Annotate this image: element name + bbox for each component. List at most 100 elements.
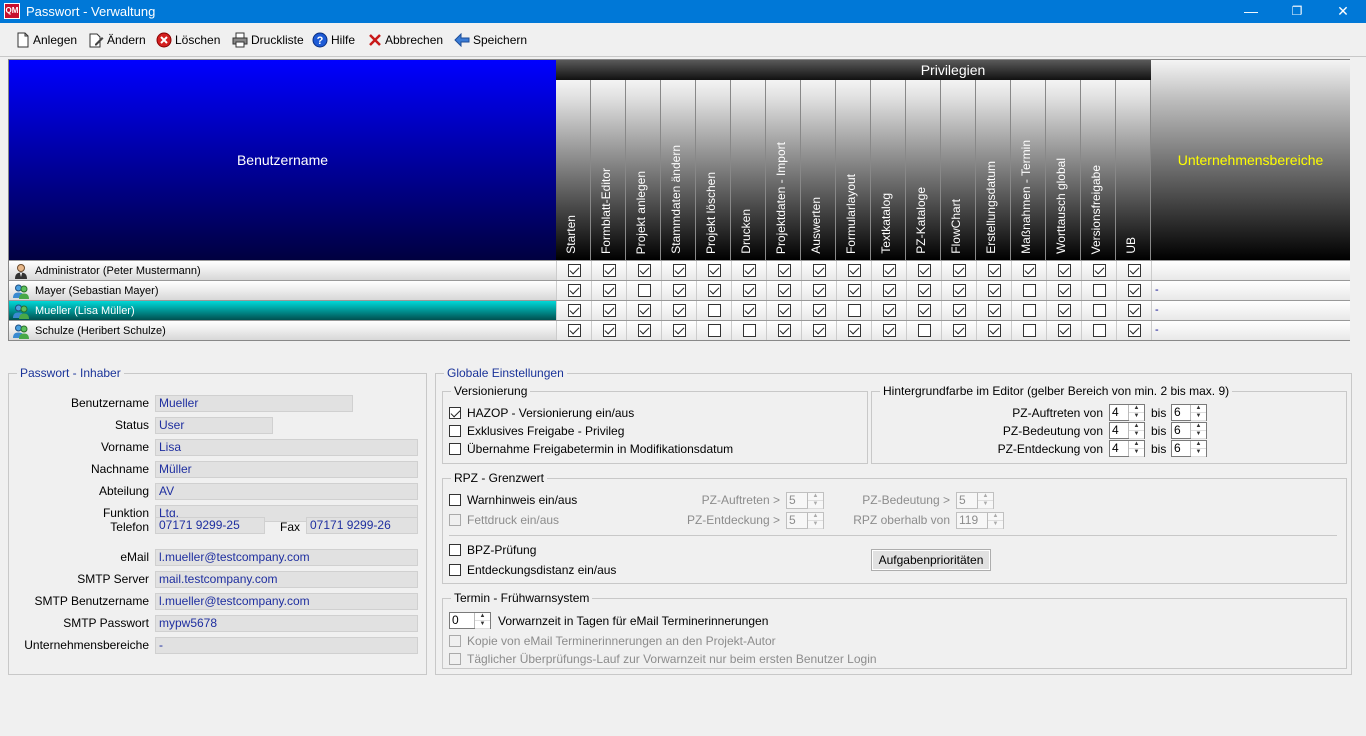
privilege-checkbox[interactable] xyxy=(1022,284,1036,297)
privilege-cell[interactable] xyxy=(906,301,941,320)
privilege-cell[interactable] xyxy=(591,281,626,300)
column-header-4[interactable]: Projekt löschen xyxy=(696,80,731,260)
privilege-checkbox[interactable] xyxy=(987,284,1001,297)
aendern-button[interactable]: Ändern xyxy=(88,31,146,49)
privilege-checkbox[interactable] xyxy=(812,304,826,317)
privilege-checkbox[interactable] xyxy=(637,284,651,297)
smtp-server-field[interactable]: mail.testcompany.com xyxy=(155,571,418,588)
table-row[interactable]: Administrator (Peter Mustermann) xyxy=(9,260,1350,280)
privilege-checkbox[interactable] xyxy=(637,264,651,277)
privilege-checkbox[interactable] xyxy=(602,304,616,317)
privilege-cell[interactable] xyxy=(976,301,1011,320)
privilege-checkbox[interactable] xyxy=(1127,264,1141,277)
ub-field[interactable]: - xyxy=(155,637,418,654)
privilege-cell[interactable] xyxy=(871,301,906,320)
privilege-checkbox[interactable] xyxy=(847,264,861,277)
privilege-checkbox[interactable] xyxy=(952,284,966,297)
privilege-checkbox[interactable] xyxy=(987,304,1001,317)
spin-up-icon[interactable]: ▲ xyxy=(988,513,1003,521)
abbrechen-button[interactable]: Abbrechen xyxy=(368,31,443,49)
privilege-cell[interactable] xyxy=(556,281,591,300)
privilege-checkbox[interactable] xyxy=(882,324,896,337)
exklusiv-checkbox[interactable]: Exklusives Freigabe - Privileg xyxy=(449,424,624,438)
privilege-cell[interactable] xyxy=(766,281,801,300)
maximize-button[interactable]: ❐ xyxy=(1274,0,1320,23)
column-header-10[interactable]: PZ-Kataloge xyxy=(906,80,941,260)
minimize-button[interactable]: — xyxy=(1228,0,1274,23)
privilege-checkbox[interactable] xyxy=(917,304,931,317)
privilege-checkbox[interactable] xyxy=(917,284,931,297)
privilege-cell[interactable] xyxy=(661,301,696,320)
spin-down-icon[interactable]: ▼ xyxy=(1191,449,1206,457)
privilege-cell[interactable] xyxy=(1081,281,1116,300)
hg-from-spinner[interactable]: 4 ▲ ▼ xyxy=(1109,440,1145,457)
privilege-cell[interactable] xyxy=(766,321,801,340)
privilege-cell[interactable] xyxy=(731,261,766,280)
column-header-3[interactable]: Stammdaten ändern xyxy=(661,80,696,260)
privilege-checkbox[interactable] xyxy=(672,324,686,337)
privilege-cell[interactable] xyxy=(836,281,871,300)
privilege-cell[interactable] xyxy=(1011,321,1046,340)
privilege-checkbox[interactable] xyxy=(812,324,826,337)
privilege-checkbox[interactable] xyxy=(567,324,581,337)
column-header-9[interactable]: Textkatalog xyxy=(871,80,906,260)
privilege-checkbox[interactable] xyxy=(777,324,791,337)
privilege-cell[interactable] xyxy=(976,281,1011,300)
privilege-cell[interactable] xyxy=(556,261,591,280)
spin-up-icon[interactable]: ▲ xyxy=(808,493,823,501)
privilege-cell[interactable] xyxy=(1116,321,1151,340)
privilege-cell[interactable] xyxy=(766,261,801,280)
privilege-checkbox[interactable] xyxy=(882,284,896,297)
anlegen-button[interactable]: Anlegen xyxy=(16,31,77,49)
fettdruck-checkbox-box[interactable] xyxy=(449,514,461,526)
privilege-cell[interactable] xyxy=(1011,261,1046,280)
loeschen-button[interactable]: Löschen xyxy=(156,31,220,49)
column-header-15[interactable]: Versionsfreigabe xyxy=(1081,80,1116,260)
row-username[interactable]: Mueller (Lisa Müller) xyxy=(9,301,556,320)
privilege-cell[interactable] xyxy=(731,321,766,340)
fettdruck-checkbox[interactable]: Fettdruck ein/aus xyxy=(449,513,559,527)
privilege-cell[interactable] xyxy=(941,321,976,340)
kopie-checkbox-box[interactable] xyxy=(449,635,461,647)
ub-column-header[interactable]: Unternehmensbereiche xyxy=(1151,60,1350,260)
privilege-checkbox[interactable] xyxy=(917,324,931,337)
table-row[interactable]: Schulze (Heribert Schulze) - xyxy=(9,320,1350,340)
aufgabenprioritaeten-button[interactable]: Aufgabenprioritäten xyxy=(871,549,991,571)
privilege-cell[interactable] xyxy=(836,301,871,320)
privilege-checkbox[interactable] xyxy=(987,324,1001,337)
privilege-cell[interactable] xyxy=(941,261,976,280)
spin-down-icon[interactable]: ▼ xyxy=(808,521,823,529)
privilege-cell[interactable] xyxy=(801,261,836,280)
privilege-cell[interactable] xyxy=(696,301,731,320)
spin-up-icon[interactable]: ▲ xyxy=(1129,405,1144,413)
spin-down-icon[interactable]: ▼ xyxy=(1129,413,1144,421)
privilege-checkbox[interactable] xyxy=(742,284,756,297)
column-header-6[interactable]: Projektdaten - Import xyxy=(766,80,801,260)
column-header-5[interactable]: Drucken xyxy=(731,80,766,260)
abteilung-field[interactable]: AV xyxy=(155,483,418,500)
privilege-cell[interactable] xyxy=(731,301,766,320)
privilege-checkbox[interactable] xyxy=(707,324,721,337)
privilege-cell[interactable] xyxy=(626,261,661,280)
privilege-cell[interactable] xyxy=(1081,321,1116,340)
column-header-8[interactable]: Formularlayout xyxy=(836,80,871,260)
privilege-checkbox[interactable] xyxy=(637,304,651,317)
hilfe-button[interactable]: ? Hilfe xyxy=(312,31,355,49)
privilege-checkbox[interactable] xyxy=(672,304,686,317)
privilege-cell[interactable] xyxy=(626,301,661,320)
uebernahme-checkbox[interactable]: Übernahme Freigabetermin in Modifikation… xyxy=(449,442,733,456)
smtp-pass-field[interactable]: mypw5678 xyxy=(155,615,418,632)
smtp-user-field[interactable]: l.mueller@testcompany.com xyxy=(155,593,418,610)
spin-up-icon[interactable]: ▲ xyxy=(475,613,490,621)
privilege-cell[interactable] xyxy=(591,301,626,320)
privilege-checkbox[interactable] xyxy=(1127,304,1141,317)
privilege-cell[interactable] xyxy=(731,281,766,300)
druckliste-button[interactable]: Druckliste xyxy=(232,31,304,49)
entdeckungsdistanz-checkbox[interactable]: Entdeckungsdistanz ein/aus xyxy=(449,563,616,577)
privilege-checkbox[interactable] xyxy=(952,264,966,277)
privilege-checkbox[interactable] xyxy=(1127,324,1141,337)
fax-field[interactable]: 07171 9299-26 xyxy=(306,517,418,534)
privilege-checkbox[interactable] xyxy=(672,284,686,297)
privilege-cell[interactable] xyxy=(871,261,906,280)
privilege-checkbox[interactable] xyxy=(777,284,791,297)
